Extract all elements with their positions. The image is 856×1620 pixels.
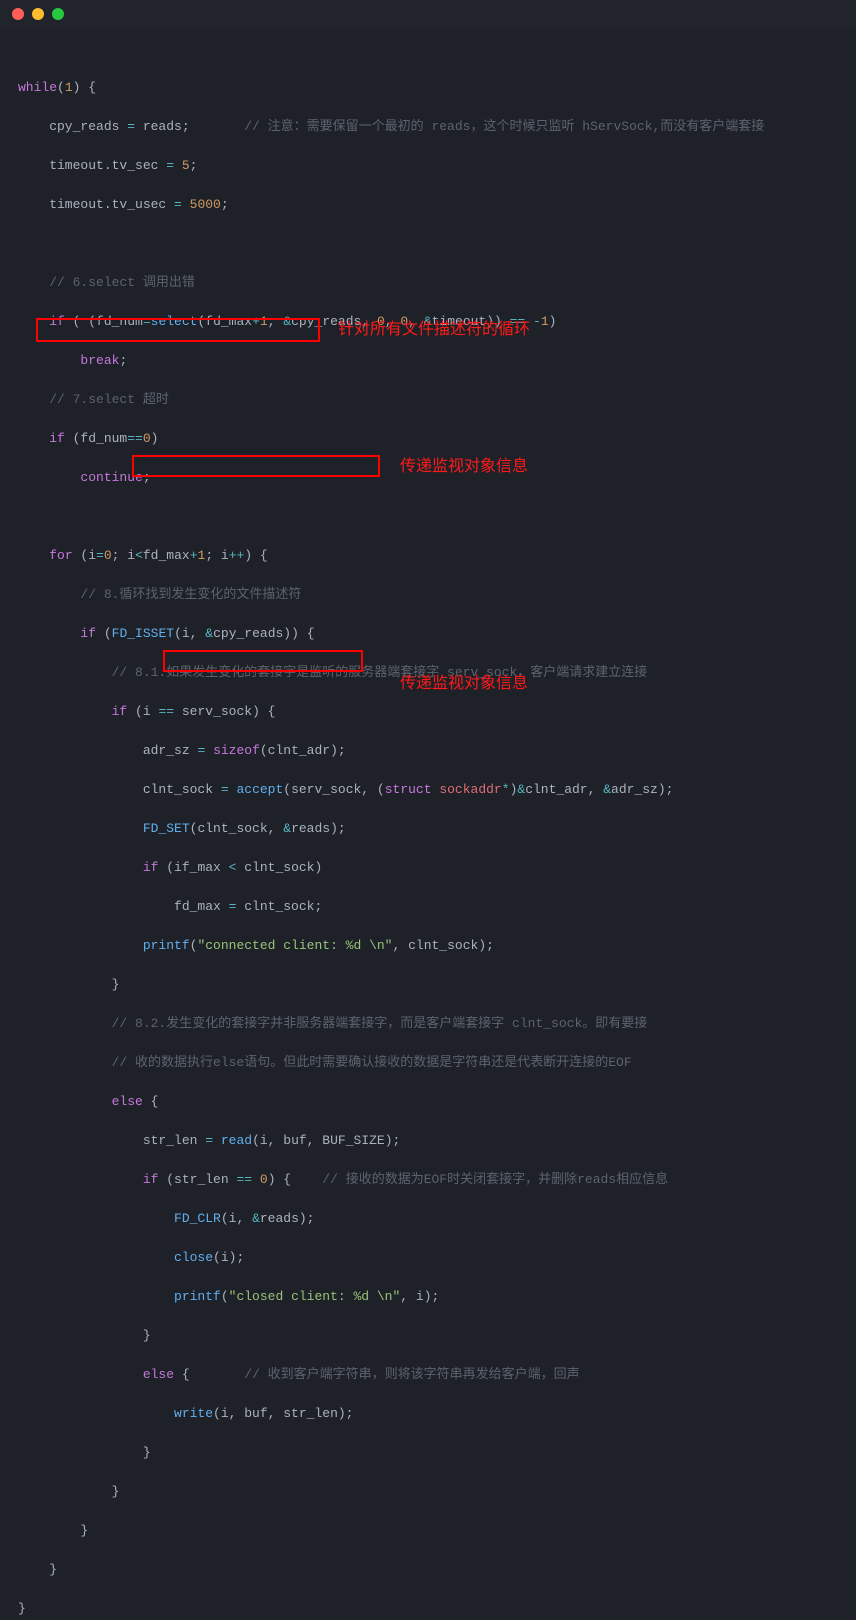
code-line: str_len = read(i, buf, BUF_SIZE); (18, 1131, 856, 1151)
code-line: close(i); (18, 1248, 856, 1268)
code-line: } (18, 975, 856, 995)
code-line: break; (18, 351, 856, 371)
code-line: // 8.循环找到发生变化的文件描述符 (18, 585, 856, 605)
code-line (18, 234, 856, 254)
code-line: if (str_len == 0) { // 接收的数据为EOF时关闭套接字，并… (18, 1170, 856, 1190)
code-line: // 8.2.发生变化的套接字并非服务器端套接字，而是客户端套接字 clnt_s… (18, 1014, 856, 1034)
code-line: if (fd_num==0) (18, 429, 856, 449)
code-line: if (if_max < clnt_sock) (18, 858, 856, 878)
code-line: fd_max = clnt_sock; (18, 897, 856, 917)
code-line: } (18, 1599, 856, 1619)
close-icon[interactable] (12, 8, 24, 20)
code-line (18, 507, 856, 527)
code-line: } (18, 1521, 856, 1541)
code-line: } (18, 1443, 856, 1463)
code-line: adr_sz = sizeof(clnt_adr); (18, 741, 856, 761)
code-line: while(1) { (18, 78, 856, 98)
window-titlebar (0, 0, 856, 28)
code-line: printf("connected client: %d \n", clnt_s… (18, 936, 856, 956)
annotation-label-3: 传递监视对象信息 (400, 672, 528, 696)
code-line: write(i, buf, str_len); (18, 1404, 856, 1424)
code-editor[interactable]: while(1) { cpy_reads = reads; // 注意：需要保留… (0, 28, 856, 1620)
code-line: FD_CLR(i, &reads); (18, 1209, 856, 1229)
code-line: // 6.select 调用出错 (18, 273, 856, 293)
minimize-icon[interactable] (32, 8, 44, 20)
annotation-label-1: 针对所有文件描述符的循环 (338, 318, 530, 342)
code-line: else { // 收到客户端字符串，则将该字符串再发给客户端，回声 (18, 1365, 856, 1385)
code-line: timeout.tv_usec = 5000; (18, 195, 856, 215)
code-line: printf("closed client: %d \n", i); (18, 1287, 856, 1307)
code-line: timeout.tv_sec = 5; (18, 156, 856, 176)
code-line: } (18, 1326, 856, 1346)
maximize-icon[interactable] (52, 8, 64, 20)
code-line: if (FD_ISSET(i, &cpy_reads)) { (18, 624, 856, 644)
code-line: cpy_reads = reads; // 注意：需要保留一个最初的 reads… (18, 117, 856, 137)
code-line: for (i=0; i<fd_max+1; i++) { (18, 546, 856, 566)
code-line: // 7.select 超时 (18, 390, 856, 410)
code-line: clnt_sock = accept(serv_sock, (struct so… (18, 780, 856, 800)
annotation-label-2: 传递监视对象信息 (400, 455, 528, 479)
code-line: // 收的数据执行else语句。但此时需要确认接收的数据是字符串还是代表断开连接… (18, 1053, 856, 1073)
code-line: FD_SET(clnt_sock, &reads); (18, 819, 856, 839)
code-line: else { (18, 1092, 856, 1112)
code-line: if (i == serv_sock) { (18, 702, 856, 722)
code-line: } (18, 1482, 856, 1502)
code-line: } (18, 1560, 856, 1580)
